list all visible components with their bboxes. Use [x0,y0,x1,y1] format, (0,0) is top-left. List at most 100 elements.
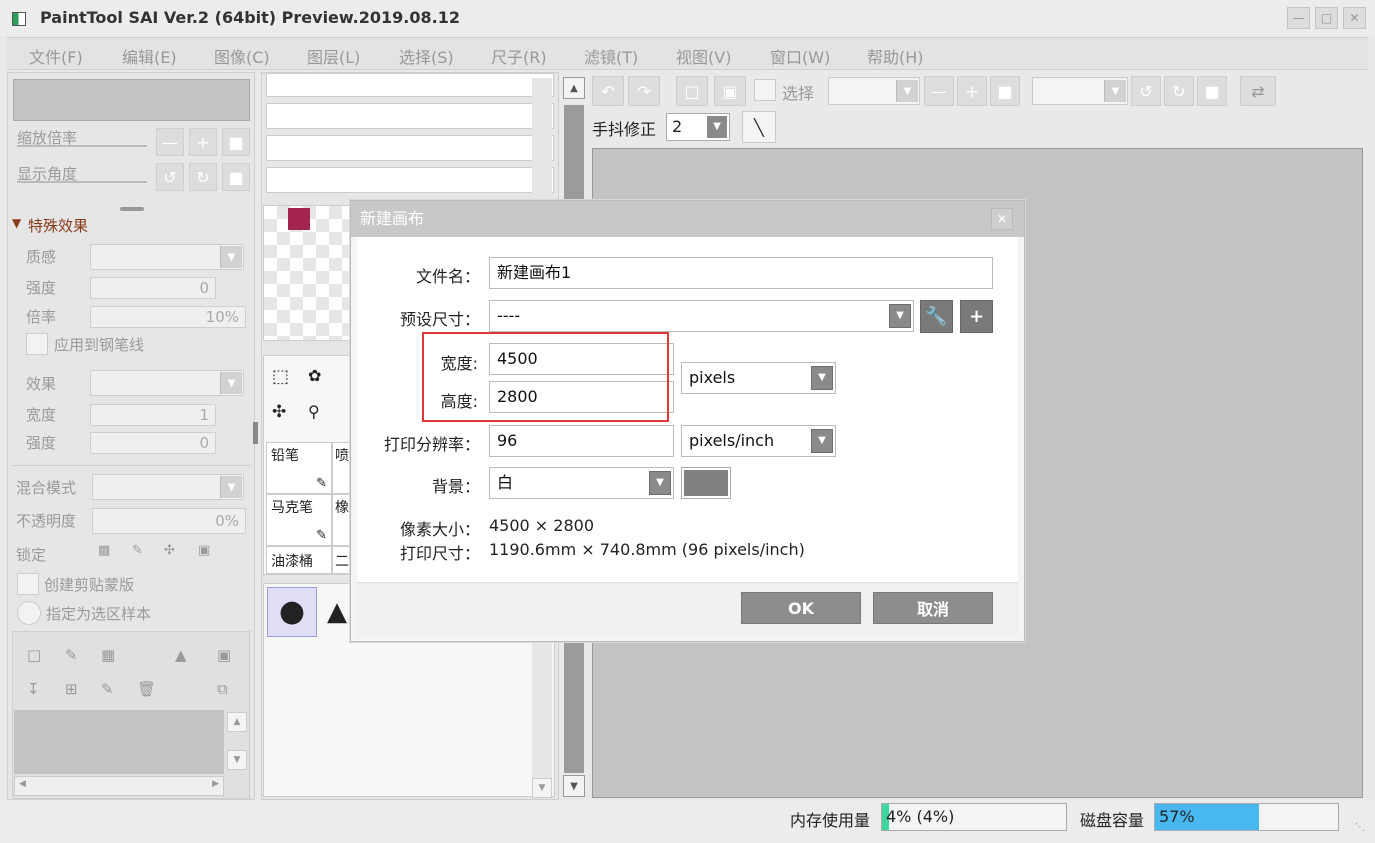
layer-list[interactable] [14,710,224,774]
preset-settings-button[interactable]: 🔧 [920,300,953,333]
rotate-reset-button[interactable]: ■ [222,163,250,191]
horizontal-scrollbar[interactable]: ◀ ▶ [14,776,224,796]
transfer-down-icon[interactable]: ↧ [27,680,40,698]
cancel-button[interactable]: 取消 [873,592,993,624]
color-swatch[interactable] [288,208,310,230]
angle-dropdown[interactable]: ▼ [1032,77,1128,105]
brush-slot-3[interactable] [266,135,554,161]
lock-all-icon[interactable]: ▣ [198,543,210,558]
zoom-icon[interactable]: ⚲ [308,402,320,421]
select-checkbox[interactable] [754,79,776,101]
scroll-right-icon[interactable]: ▶ [212,779,219,789]
rotate-right-button[interactable]: ↻ [189,163,217,191]
rotate-cw-button[interactable]: ↻ [1164,76,1194,106]
lock-paint-icon[interactable]: ✎ [132,543,143,558]
rect-select-icon[interactable]: ⬚ [272,366,289,387]
redo-button[interactable]: ↷ [628,76,660,106]
layer-effect-icon[interactable]: ▲ [175,646,187,664]
menu-view[interactable]: 视图(V) [676,44,731,68]
new-layer-icon[interactable]: □ [27,646,41,664]
move-icon[interactable]: ✣ [272,402,286,422]
scroll-up-button[interactable]: ▲ [227,712,247,732]
collapse-icon[interactable]: ▼ [12,216,21,230]
zoom-reset-button[interactable]: ■ [222,128,250,156]
effect-dropdown[interactable]: ▼ [90,370,244,396]
maximize-button[interactable]: □ [1315,7,1338,29]
zoom-in-tool-button[interactable]: + [957,76,987,106]
zoom-slider[interactable] [17,145,147,147]
bucket-tool[interactable]: 油漆桶 [266,546,332,574]
ratio-field[interactable]: 10% [90,306,246,328]
zoom-out-tool-button[interactable]: — [924,76,954,106]
menu-window[interactable]: 窗口(W) [770,44,830,68]
add-preset-button[interactable]: + [960,300,993,333]
opacity-field[interactable]: 0% [92,508,246,534]
strength-field[interactable]: 0 [90,277,216,299]
rotate-left-button[interactable]: ↺ [156,163,184,191]
menu-help[interactable]: 帮助(H) [867,44,924,68]
marker-tool[interactable]: 马克笔 ✎ [266,494,332,546]
pencil-tool[interactable]: 铅笔 ✎ [266,442,332,494]
menu-edit[interactable]: 编辑(E) [122,44,177,68]
brush-slot-4[interactable] [266,167,554,193]
close-button[interactable]: ✕ [1343,7,1366,29]
new-folder-icon[interactable]: ▦ [101,646,115,664]
circle-shape-button[interactable]: ● [267,587,317,637]
menu-image[interactable]: 图像(C) [214,44,270,68]
angle-slider[interactable] [17,181,147,183]
zoom-out-button[interactable]: — [156,128,184,156]
effect-width-field[interactable]: 1 [90,404,216,426]
merge-icon[interactable]: ⊞ [65,680,78,698]
lock-move-icon[interactable]: ✣ [164,543,175,558]
scroll-down-button[interactable]: ▼ [227,750,247,770]
lasso-icon[interactable]: ✿ [308,366,321,385]
zoom-fit-button[interactable]: ■ [990,76,1020,106]
background-color-swatch[interactable] [681,467,731,499]
menu-select[interactable]: 选择(S) [399,44,454,68]
tool-scroll-down[interactable]: ▼ [532,778,552,798]
dpi-input[interactable]: 96 [489,425,674,457]
dpi-unit-select[interactable]: pixels/inch ▼ [681,425,836,457]
background-select[interactable]: 白 ▼ [489,467,674,499]
undo-button[interactable]: ↶ [592,76,624,106]
menu-layer[interactable]: 图层(L) [307,44,360,68]
straight-line-button[interactable]: ╲ [742,111,776,143]
zoom-in-button[interactable]: + [189,128,217,156]
unit-select[interactable]: pixels ▼ [681,362,836,394]
minimize-button[interactable]: — [1287,7,1310,29]
scroll-left-icon[interactable]: ◀ [19,779,26,789]
ok-button[interactable]: OK [741,592,861,624]
effect-strength-field[interactable]: 0 [90,432,216,454]
clear-layer-icon[interactable]: ✎ [101,680,114,698]
lock-transparency-icon[interactable]: ▩ [98,543,110,558]
texture-dropdown[interactable]: ▼ [90,244,244,270]
flip-button[interactable]: ⇄ [1240,76,1276,106]
apply-pen-checkbox[interactable] [26,333,48,355]
rotate-reset-tool-button[interactable]: ■ [1197,76,1227,106]
rotate-ccw-button[interactable]: ↺ [1131,76,1161,106]
dialog-close-button[interactable]: ✕ [991,208,1013,230]
panel-resize-handle[interactable] [253,422,258,444]
scroll-down-icon[interactable]: ▼ [563,775,585,797]
menu-filter[interactable]: 滤镜(T) [584,44,638,68]
trash-icon[interactable]: 🗑 [137,680,156,698]
zoom-dropdown[interactable]: ▼ [828,77,920,105]
deselect-button[interactable]: □ [676,76,708,106]
resize-grip-icon[interactable]: ⋱ [1355,822,1365,833]
new-pen-layer-icon[interactable]: ✎ [65,646,78,664]
filename-input[interactable]: 新建画布1 [489,257,993,289]
mask-icon[interactable]: ▣ [217,646,231,664]
scroll-up-icon[interactable]: ▲ [563,77,585,99]
brush-slot-2[interactable] [266,103,554,129]
menu-file[interactable]: 文件(F) [29,44,83,68]
triangle-shape-button[interactable]: ▲ [320,587,354,637]
panel-splitter[interactable] [120,207,144,211]
brush-slot-1[interactable] [266,73,554,97]
blend-dropdown[interactable]: ▼ [92,474,244,500]
clip-mask-checkbox[interactable] [17,573,39,595]
preset-select[interactable]: ---- ▼ [489,300,914,332]
duplicate-icon[interactable]: ⧉ [217,680,228,698]
selection-sample-radio[interactable] [17,601,41,625]
stabilizer-select[interactable]: 2 ▼ [666,113,730,141]
invert-select-button[interactable]: ▣ [714,76,746,106]
